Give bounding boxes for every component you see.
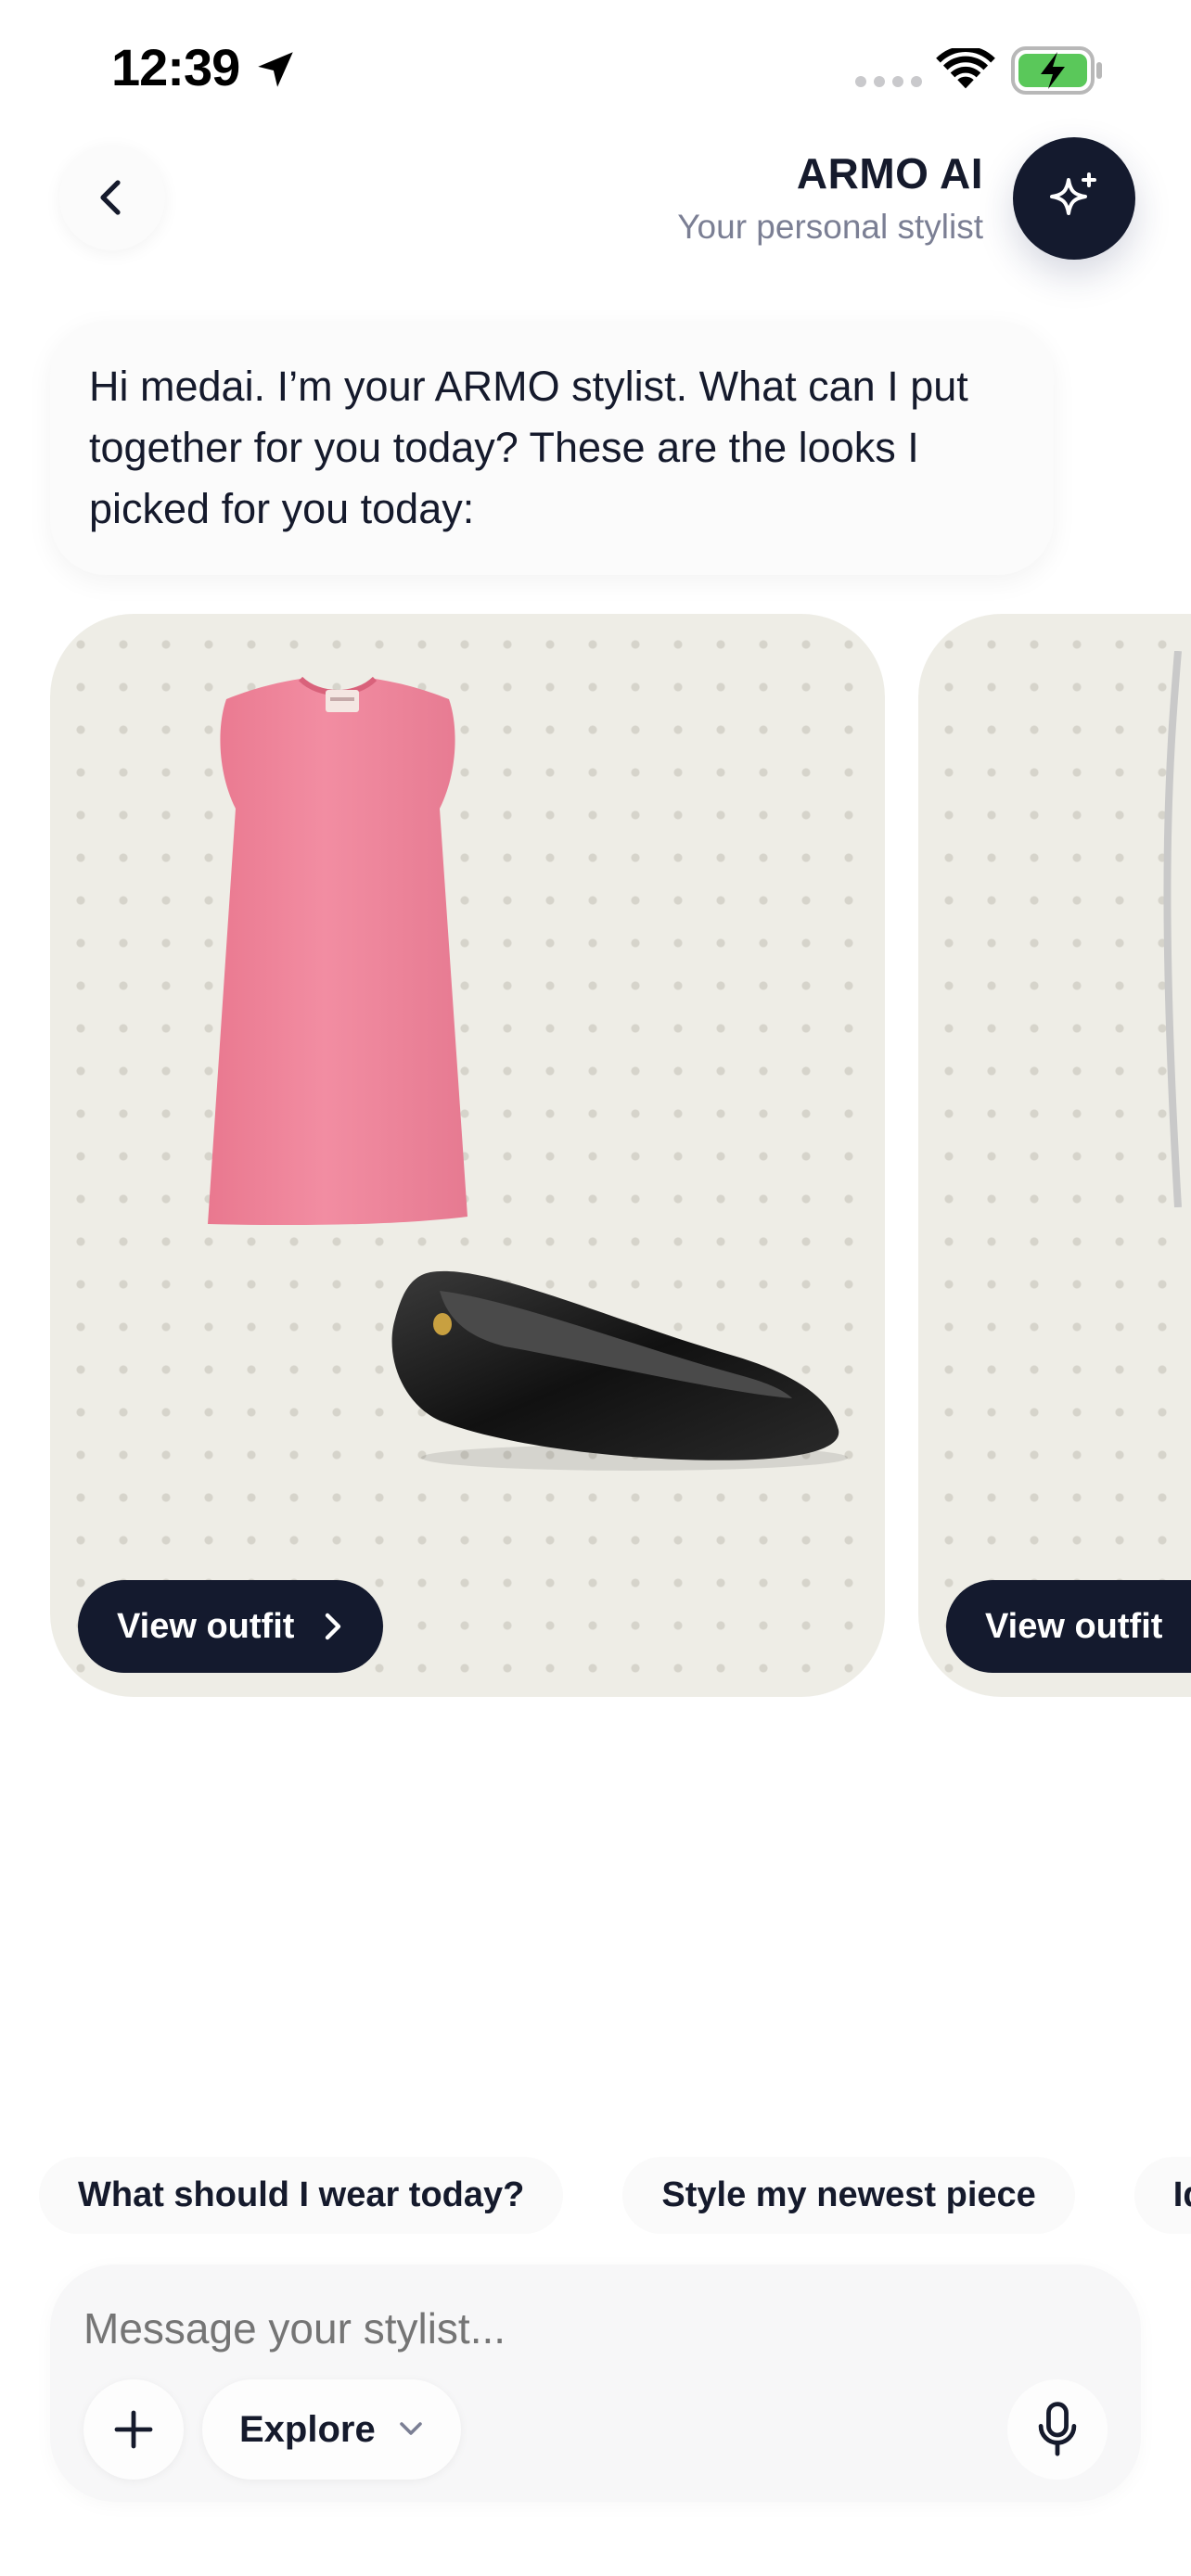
explore-dropdown[interactable]: Explore xyxy=(202,2379,461,2480)
view-outfit-label: View outfit xyxy=(117,1606,295,1646)
stylist-chat-screen: 12:39 ARMO AI Your personal stylist Hi m… xyxy=(0,0,1191,2576)
battery-charging-icon xyxy=(1011,46,1102,95)
ai-stylist-button[interactable] xyxy=(1013,137,1135,260)
garment-image xyxy=(1163,651,1182,1207)
plus-icon xyxy=(114,2410,153,2449)
dress-image xyxy=(208,676,467,1226)
suggestion-chips: What should I wear today? Style my newes… xyxy=(39,2157,1191,2234)
view-outfit-button[interactable]: View outfit xyxy=(78,1580,384,1673)
chevron-left-icon xyxy=(100,180,121,215)
outfit-card[interactable]: View outfit xyxy=(50,614,885,1697)
header-title: ARMO AI xyxy=(796,149,983,198)
suggestion-chip[interactable]: What should I wear today? xyxy=(39,2157,564,2234)
outfit-card[interactable]: View outfit xyxy=(918,614,1191,1697)
cellular-signal-icon xyxy=(855,76,922,87)
outfit-carousel[interactable]: View outfit View outfit xyxy=(0,614,1191,1699)
explore-label: Explore xyxy=(239,2408,376,2450)
status-time: 12:39 xyxy=(111,38,240,96)
status-bar: 12:39 xyxy=(0,0,1191,139)
stylist-greeting-message: Hi medai. I’m your ARMO stylist. What ca… xyxy=(50,321,1054,575)
ballet-flat-image xyxy=(391,1270,848,1471)
chevron-right-icon xyxy=(326,1613,341,1640)
add-attachment-button[interactable] xyxy=(83,2379,184,2480)
message-input[interactable] xyxy=(83,2303,918,2353)
chevron-down-icon xyxy=(399,2422,422,2435)
message-composer: Explore xyxy=(50,2264,1141,2502)
sparkles-icon xyxy=(1050,172,1096,215)
microphone-icon xyxy=(1038,2402,1077,2456)
suggestion-chip[interactable]: Style my newest piece xyxy=(622,2157,1075,2234)
wifi-icon xyxy=(936,48,995,89)
microphone-button[interactable] xyxy=(1007,2379,1108,2480)
location-arrow-icon xyxy=(258,52,293,87)
view-outfit-button[interactable]: View outfit xyxy=(946,1580,1191,1673)
back-button[interactable] xyxy=(59,145,165,250)
header-subtitle: Your personal stylist xyxy=(677,208,983,246)
suggestion-chip[interactable]: Ideas fo xyxy=(1133,2157,1191,2234)
view-outfit-label: View outfit xyxy=(985,1606,1163,1646)
